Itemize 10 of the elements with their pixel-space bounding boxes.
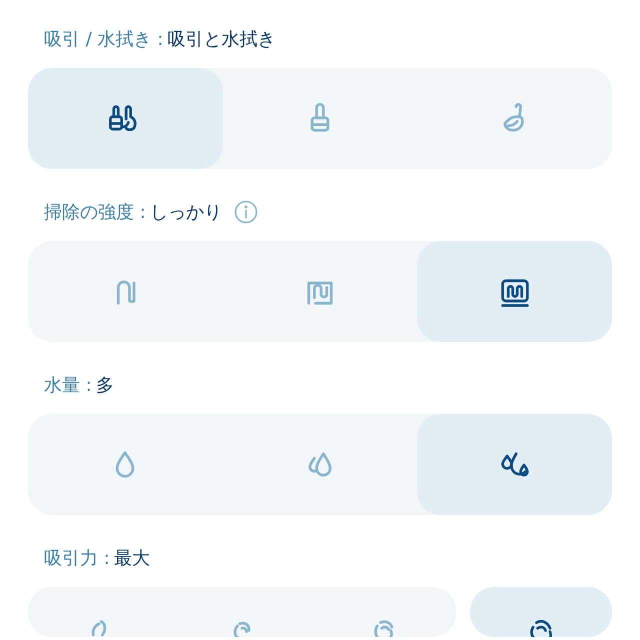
setting-value: しっかり <box>150 200 222 224</box>
info-icon[interactable] <box>234 200 258 224</box>
setting-label: 吸引力 : <box>44 546 110 570</box>
setting-label: 掃除の強度 : <box>44 200 146 224</box>
option-button[interactable] <box>417 241 612 342</box>
setting-label: 吸引 / 水拭き : <box>44 28 164 52</box>
setting-value: 最大 <box>114 546 150 570</box>
setting-label: 水量 : <box>44 374 92 398</box>
setting-value: 多 <box>96 374 114 398</box>
setting-value: 吸引と水拭き <box>167 28 276 52</box>
